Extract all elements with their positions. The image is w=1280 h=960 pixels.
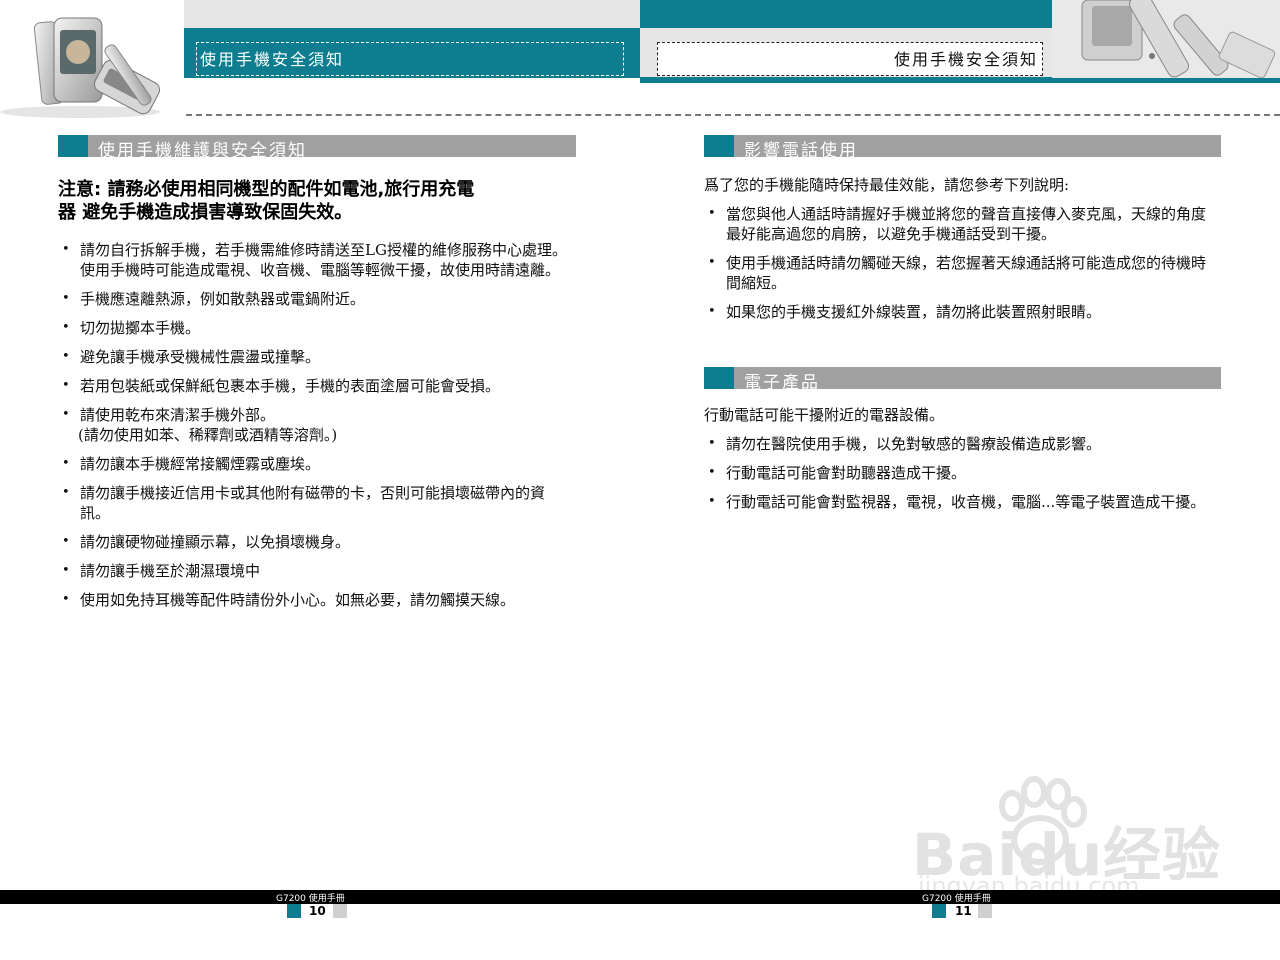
section-intro: 爲了您的手機能隨時保持最佳效能，請您參考下列說明: — [704, 176, 1070, 194]
page-number-marker — [333, 904, 347, 918]
list-item: 行動電話可能會對助聽器造成干擾。 — [706, 463, 1216, 483]
page-number-right: 11 — [955, 904, 972, 918]
list-item-text: 請使用乾布來清潔手機外部。 — [80, 406, 276, 424]
section-header-maintenance: 使用手機維護與安全須知 — [58, 135, 576, 161]
list-item: 請使用乾布來清潔手機外部。 (請勿使用如苯、稀釋劑或酒精等溶劑。) — [60, 405, 572, 445]
header-title-left: 使用手機安全須知 — [200, 50, 345, 69]
list-item: 手機應遠離熱源，例如散熱器或電鍋附近。 — [60, 289, 572, 309]
header-title-right: 使用手機安全須知 — [893, 50, 1038, 69]
list-item: 請勿讓手機至於潮濕環境中 — [60, 561, 572, 581]
list-item: 行動電話可能會對監視器，電視，收音機，電腦...等電子裝置造成干擾。 — [706, 492, 1216, 512]
safety-list: 請勿自行拆解手機，若手機需維修時請送至LG授權的維修服務中心處理。使用手機時可能… — [60, 240, 572, 619]
section-header-electronics: 電子產品 — [704, 367, 1221, 393]
page-number-marker — [978, 904, 992, 918]
section-header-phone-usage: 影響電話使用 — [704, 135, 1221, 161]
list-item: 使用手機通話時請勿觸碰天線，若您握著天線通話將可能造成您的待機時間縮短。 — [706, 253, 1216, 293]
list-item: 使用如免持耳機等配件時請份外小心。如無必要，請勿觸摸天線。 — [60, 590, 572, 610]
footer-label-right: G7200 使用手冊 — [922, 894, 991, 904]
footer-bar — [0, 890, 1280, 904]
list-item: 若用包裝紙或保鮮紙包裹本手機，手機的表面塗層可能會受損。 — [60, 376, 572, 396]
notice-line: 器 避免手機造成損害導致保固失效。 — [58, 202, 353, 223]
electronics-list: 請勿在醫院使用手機，以免對敏感的醫療設備造成影響。 行動電話可能會對助聽器造成干… — [706, 434, 1216, 521]
list-item: 當您與他人通話時請握好手機並將您的聲音直接傳入麥克風，天線的角度最好能高過您的肩… — [706, 204, 1216, 244]
section-title: 使用手機維護與安全須知 — [98, 141, 307, 161]
list-item: 切勿拋擲本手機。 — [60, 318, 572, 338]
list-item: 請勿讓硬物碰撞顯示幕，以免損壞機身。 — [60, 532, 572, 552]
page-number-marker — [932, 904, 946, 918]
page-number-left: 10 — [309, 904, 326, 918]
phone-illustration-left — [0, 17, 161, 118]
list-item: 請勿讓手機接近信用卡或其他附有磁帶的卡，否則可能損壞磁帶內的資訊。 — [60, 483, 572, 523]
section-intro: 行動電話可能干擾附近的電器設備。 — [704, 406, 945, 424]
section-title: 電子產品 — [744, 373, 820, 393]
phone-illustration-right — [1052, 0, 1280, 78]
section-marker — [704, 135, 734, 157]
header-dashed-divider — [186, 114, 1280, 116]
header-band-right-top — [640, 0, 1052, 28]
footer-label-left: G7200 使用手冊 — [276, 894, 345, 904]
phone-usage-list: 當您與他人通話時請握好手機並將您的聲音直接傳入麥克風，天線的角度最好能高過您的肩… — [706, 204, 1216, 331]
section-title: 影響電話使用 — [744, 141, 858, 161]
section-marker — [704, 367, 734, 389]
list-item-subnote: (請勿使用如苯、稀釋劑或酒精等溶劑。) — [78, 426, 338, 444]
page-number-marker — [287, 904, 301, 918]
warning-notice: 注意: 請務必使用相同機型的配件如電池,旅行用充電 器 避免手機造成損害導致保固… — [58, 178, 578, 224]
header-band-left-top — [184, 0, 640, 28]
section-marker — [58, 135, 88, 157]
list-item: 請勿在醫院使用手機，以免對敏感的醫療設備造成影響。 — [706, 434, 1216, 454]
notice-line: 注意: 請務必使用相同機型的配件如電池,旅行用充電 — [58, 179, 475, 200]
list-item: 如果您的手機支援紅外線裝置，請勿將此裝置照射眼睛。 — [706, 302, 1216, 322]
list-item: 避免讓手機承受機械性震盪或撞擊。 — [60, 347, 572, 367]
list-item: 請勿讓本手機經常接觸煙霧或塵埃。 — [60, 454, 572, 474]
list-item: 請勿自行拆解手機，若手機需維修時請送至LG授權的維修服務中心處理。使用手機時可能… — [60, 240, 572, 280]
